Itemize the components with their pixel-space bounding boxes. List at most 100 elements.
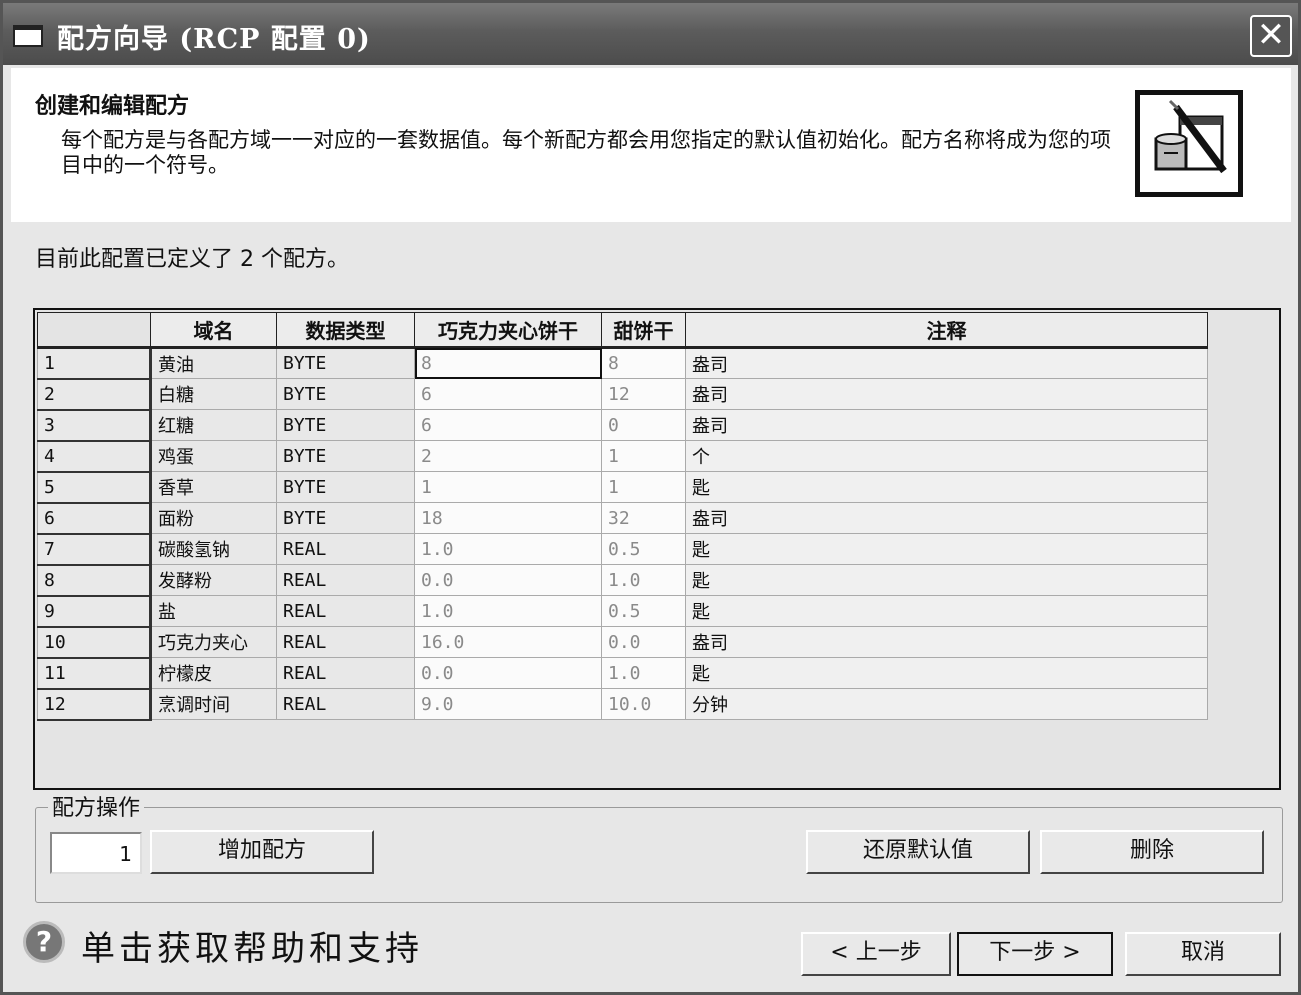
table-row[interactable]: 3 红糖 BYTE 6 0 盎司 [37,409,1208,442]
recipe-2-value-cell[interactable]: 1.0 [601,657,686,689]
next-button[interactable]: 下一步 > [957,932,1113,976]
group-title: 配方操作 [48,790,145,822]
column-header-comment[interactable]: 注释 [685,312,1208,349]
comment-cell[interactable]: 盎司 [685,409,1208,441]
cancel-button[interactable]: 取消 [1125,932,1281,976]
row-index: 10 [37,626,152,659]
recipe-1-value-cell[interactable]: 1.0 [414,533,602,565]
field-name-cell[interactable]: 柠檬皮 [150,657,277,689]
table-row[interactable]: 5 香草 BYTE 1 1 匙 [37,471,1208,504]
add-recipe-button[interactable]: 增加配方 [150,830,374,874]
recipe-2-value-cell[interactable]: 8 [601,347,686,379]
field-name-cell[interactable]: 碳酸氢钠 [150,533,277,565]
comment-cell[interactable]: 匙 [685,533,1208,565]
recipe-1-value-cell[interactable]: 0.0 [414,657,602,689]
field-name-cell[interactable]: 巧克力夹心 [150,626,277,658]
database-pen-icon [1154,99,1227,174]
column-header-recipe-1[interactable]: 巧克力夹心饼干 [414,312,602,349]
comment-cell[interactable]: 匙 [685,657,1208,689]
table-header-row: 域名 数据类型 巧克力夹心饼干 甜饼干 注释 [37,312,1208,349]
recipe-2-value-cell[interactable]: 1.0 [601,564,686,596]
row-index: 3 [37,409,152,442]
field-name-cell[interactable]: 黄油 [150,347,277,379]
table-row[interactable]: 9 盐 REAL 1.0 0.5 匙 [37,595,1208,628]
recipe-2-value-cell[interactable]: 0.0 [601,626,686,658]
row-index: 7 [37,533,152,566]
recipe-wizard-window: 配方向导 (RCP 配置 0) ✕ 创建和编辑配方 每个配方是与各配方域一一对应… [0,0,1301,995]
table-row[interactable]: 6 面粉 BYTE 18 32 盎司 [37,502,1208,535]
row-index: 5 [37,471,152,504]
data-type-cell: REAL [276,595,415,627]
data-type-cell: REAL [276,657,415,689]
window-title: 配方向导 (RCP 配置 0) [57,24,371,55]
table-row[interactable]: 4 鸡蛋 BYTE 2 1 个 [37,440,1208,473]
recipe-2-value-cell[interactable]: 32 [601,502,686,534]
comment-cell[interactable]: 匙 [685,595,1208,627]
recipe-1-value-cell[interactable]: 16.0 [414,626,602,658]
recipe-2-value-cell[interactable]: 1 [601,471,686,503]
table-row[interactable]: 10 巧克力夹心 REAL 16.0 0.0 盎司 [37,626,1208,659]
data-type-cell: REAL [276,626,415,658]
table-row[interactable]: 11 柠檬皮 REAL 0.0 1.0 匙 [37,657,1208,690]
title-bar: 配方向导 (RCP 配置 0) ✕ [3,3,1298,65]
field-name-cell[interactable]: 发酵粉 [150,564,277,596]
window-icon [13,25,43,47]
comment-cell[interactable]: 个 [685,440,1208,472]
recipe-2-value-cell[interactable]: 1 [601,440,686,472]
data-type-cell: BYTE [276,471,415,503]
recipe-1-value-cell[interactable]: 1 [414,471,602,503]
prev-button[interactable]: < 上一步 [801,932,951,976]
column-header-data-type[interactable]: 数据类型 [276,312,415,349]
data-type-cell: REAL [276,688,415,720]
recipe-2-value-cell[interactable]: 0 [601,409,686,441]
recipe-count-input[interactable]: 1 [50,832,142,874]
recipe-1-value-cell[interactable]: 1.0 [414,595,602,627]
field-name-cell[interactable]: 面粉 [150,502,277,534]
recipe-1-value-cell[interactable]: 9.0 [414,688,602,720]
field-name-cell[interactable]: 红糖 [150,409,277,441]
table-row[interactable]: 7 碳酸氢钠 REAL 1.0 0.5 匙 [37,533,1208,566]
recipe-1-value-cell[interactable]: 6 [414,378,602,410]
comment-cell[interactable]: 盎司 [685,502,1208,534]
restore-defaults-button[interactable]: 还原默认值 [806,830,1030,874]
help-question-icon: ? [23,921,65,963]
table-row[interactable]: 8 发酵粉 REAL 0.0 1.0 匙 [37,564,1208,597]
table-row[interactable]: 1 黄油 BYTE 8 8 盎司 [37,347,1208,380]
recipe-1-value-cell[interactable]: 8 [414,347,602,379]
recipe-2-value-cell[interactable]: 0.5 [601,533,686,565]
recipe-1-value-cell[interactable]: 0.0 [414,564,602,596]
table-row[interactable]: 12 烹调时间 REAL 9.0 10.0 分钟 [37,688,1208,721]
comment-cell[interactable]: 匙 [685,564,1208,596]
data-type-cell: REAL [276,533,415,565]
row-index: 8 [37,564,152,597]
row-index: 6 [37,502,152,535]
comment-cell[interactable]: 盎司 [685,626,1208,658]
help-text: 单击获取帮助和支持 [81,929,423,969]
header-description: 每个配方是与各配方域一一对应的一套数据值。每个新配方都会用您指定的默认值初始化。… [61,128,1111,177]
delete-button[interactable]: 删除 [1040,830,1264,874]
field-name-cell[interactable]: 白糖 [150,378,277,410]
recipe-1-value-cell[interactable]: 18 [414,502,602,534]
row-index: 1 [37,347,152,380]
comment-cell[interactable]: 盎司 [685,347,1208,379]
comment-cell[interactable]: 盎司 [685,378,1208,410]
field-name-cell[interactable]: 香草 [150,471,277,503]
column-header-recipe-2[interactable]: 甜饼干 [601,312,686,349]
column-header-field-name[interactable]: 域名 [150,312,277,349]
field-name-cell[interactable]: 鸡蛋 [150,440,277,472]
comment-cell[interactable]: 分钟 [685,688,1208,720]
table-row[interactable]: 2 白糖 BYTE 6 12 盎司 [37,378,1208,411]
recipe-count-info: 目前此配置已定义了 2 个配方。 [35,247,349,272]
recipe-2-value-cell[interactable]: 10.0 [601,688,686,720]
close-button[interactable]: ✕ [1250,15,1292,57]
data-type-cell: BYTE [276,378,415,410]
comment-cell[interactable]: 匙 [685,471,1208,503]
recipe-1-value-cell[interactable]: 6 [414,409,602,441]
recipe-2-value-cell[interactable]: 0.5 [601,595,686,627]
recipe-2-value-cell[interactable]: 12 [601,378,686,410]
wizard-graphic-icon [1135,90,1243,197]
header-title: 创建和编辑配方 [35,94,190,119]
field-name-cell[interactable]: 盐 [150,595,277,627]
recipe-1-value-cell[interactable]: 2 [414,440,602,472]
field-name-cell[interactable]: 烹调时间 [150,688,277,720]
